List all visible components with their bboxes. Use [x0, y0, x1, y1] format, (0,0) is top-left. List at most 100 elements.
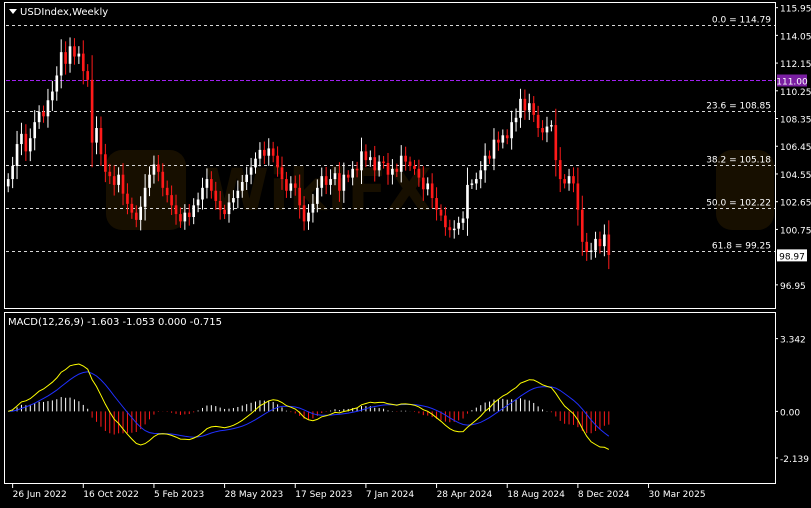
candle-body: [307, 212, 310, 222]
candle-body: [594, 238, 597, 251]
time-tick-label: 7 Jan 2024: [366, 490, 414, 500]
triangle-down-icon[interactable]: [9, 9, 17, 14]
candle-body: [598, 238, 602, 247]
candle-body: [430, 183, 434, 199]
candle-body: [285, 179, 288, 191]
time-tick-label: 18 Aug 2024: [507, 490, 565, 500]
candle-body: [474, 179, 478, 184]
candle-body: [510, 122, 513, 139]
candle-body: [117, 174, 120, 185]
candle-body: [28, 138, 32, 152]
candle-body: [161, 171, 165, 188]
time-axis: 26 Jun 2022 16 Oct 2022 5 Feb 2023 28 May 2…: [12, 484, 706, 500]
fib-label-4: 61.8 = 99.25: [712, 242, 771, 252]
candle-body: [15, 144, 19, 166]
price-tick-label: 112.15: [780, 60, 811, 70]
candle-body: [355, 168, 359, 171]
candle-body: [369, 157, 372, 161]
candle-body: [589, 250, 593, 253]
candle-body: [311, 203, 315, 213]
price-tick-label: 96.95: [780, 282, 806, 292]
macd-tick-label: -2.139: [780, 455, 809, 465]
candle-body: [607, 234, 611, 255]
candle-body: [479, 170, 483, 180]
time-tick-label: 28 Apr 2024: [437, 490, 493, 500]
price-level-line: 111.00: [6, 74, 808, 88]
candle-body: [143, 187, 147, 207]
time-tick-label: 16 Oct 2022: [83, 490, 139, 500]
fib-label-3: 50.0 = 102.22: [706, 199, 771, 209]
candle-body: [59, 52, 63, 76]
candle-body: [86, 71, 90, 80]
candle-body: [342, 174, 346, 191]
candle-body: [245, 174, 248, 182]
price-tick-label: 114.05: [780, 32, 811, 42]
time-tick-label: 17 Sep 2023: [295, 490, 352, 500]
candle-body: [108, 171, 112, 177]
candles: [6, 37, 611, 270]
candle-body: [276, 155, 279, 168]
candle-body: [298, 187, 301, 206]
candle-body: [532, 103, 536, 115]
candle-body: [218, 200, 222, 210]
candle-body: [413, 165, 416, 169]
macd-series: [8, 363, 610, 450]
price-tick-label: 110.25: [780, 88, 811, 98]
time-tick-label: 5 Feb 2023: [154, 490, 204, 500]
candle-body: [121, 174, 125, 194]
candle-body: [567, 176, 571, 184]
candle-body: [470, 183, 474, 185]
price-tick-label: 100.75: [780, 226, 811, 236]
candle-body: [95, 128, 98, 143]
price-tick-label: 106.45: [780, 143, 811, 153]
price-tick-label: 108.35: [780, 116, 811, 126]
candle-body: [576, 183, 580, 210]
candle-body: [104, 154, 107, 172]
price-tick-label: 115.95: [780, 5, 811, 15]
candle-body: [351, 168, 354, 178]
candle-body: [541, 128, 544, 133]
candle-body: [545, 126, 549, 133]
candle-body: [33, 122, 37, 139]
macd-main-line: [8, 363, 610, 450]
time-tick-label: 28 May 2023: [225, 490, 284, 500]
candle-body: [377, 161, 381, 171]
candle-body: [223, 209, 226, 215]
candle-body: [461, 218, 465, 223]
candle-body: [444, 215, 447, 228]
candle-body: [73, 46, 76, 57]
candle-body: [417, 168, 421, 178]
candle-body: [46, 100, 50, 117]
chart-svg: WikiFX USDIndex,Weekly MACD(12,26,9) -1.…: [4, 2, 811, 500]
candle-body: [232, 198, 235, 203]
candle-body: [205, 179, 209, 188]
candle-body: [404, 155, 407, 162]
candle-body: [214, 190, 218, 201]
candle-body: [157, 164, 160, 172]
candle-body: [280, 167, 284, 180]
candle-body: [254, 158, 257, 168]
candle-body: [421, 177, 425, 190]
candle-body: [338, 173, 341, 191]
time-tick-label: 26 Jun 2022: [13, 490, 67, 500]
candle-body: [523, 98, 527, 111]
candle-body: [126, 193, 129, 204]
candle-body: [64, 52, 67, 64]
candle-body: [466, 184, 469, 219]
watermark: WikiFX: [106, 150, 774, 230]
candle-body: [580, 209, 584, 242]
candle-body: [563, 179, 566, 184]
candle-body: [483, 155, 487, 171]
candle-body: [373, 157, 377, 171]
candle-body: [55, 75, 59, 92]
candle-body: [302, 205, 306, 222]
price-tick-label: 102.65: [780, 199, 811, 209]
candle-body: [364, 151, 368, 161]
candle-body: [187, 212, 191, 218]
candle-body: [488, 155, 491, 159]
candle-body: [558, 160, 562, 180]
candle-body: [435, 198, 438, 210]
candle-body: [271, 148, 275, 156]
time-tick-label: 8 Dec 2024: [578, 490, 630, 500]
candle-body: [134, 212, 138, 220]
